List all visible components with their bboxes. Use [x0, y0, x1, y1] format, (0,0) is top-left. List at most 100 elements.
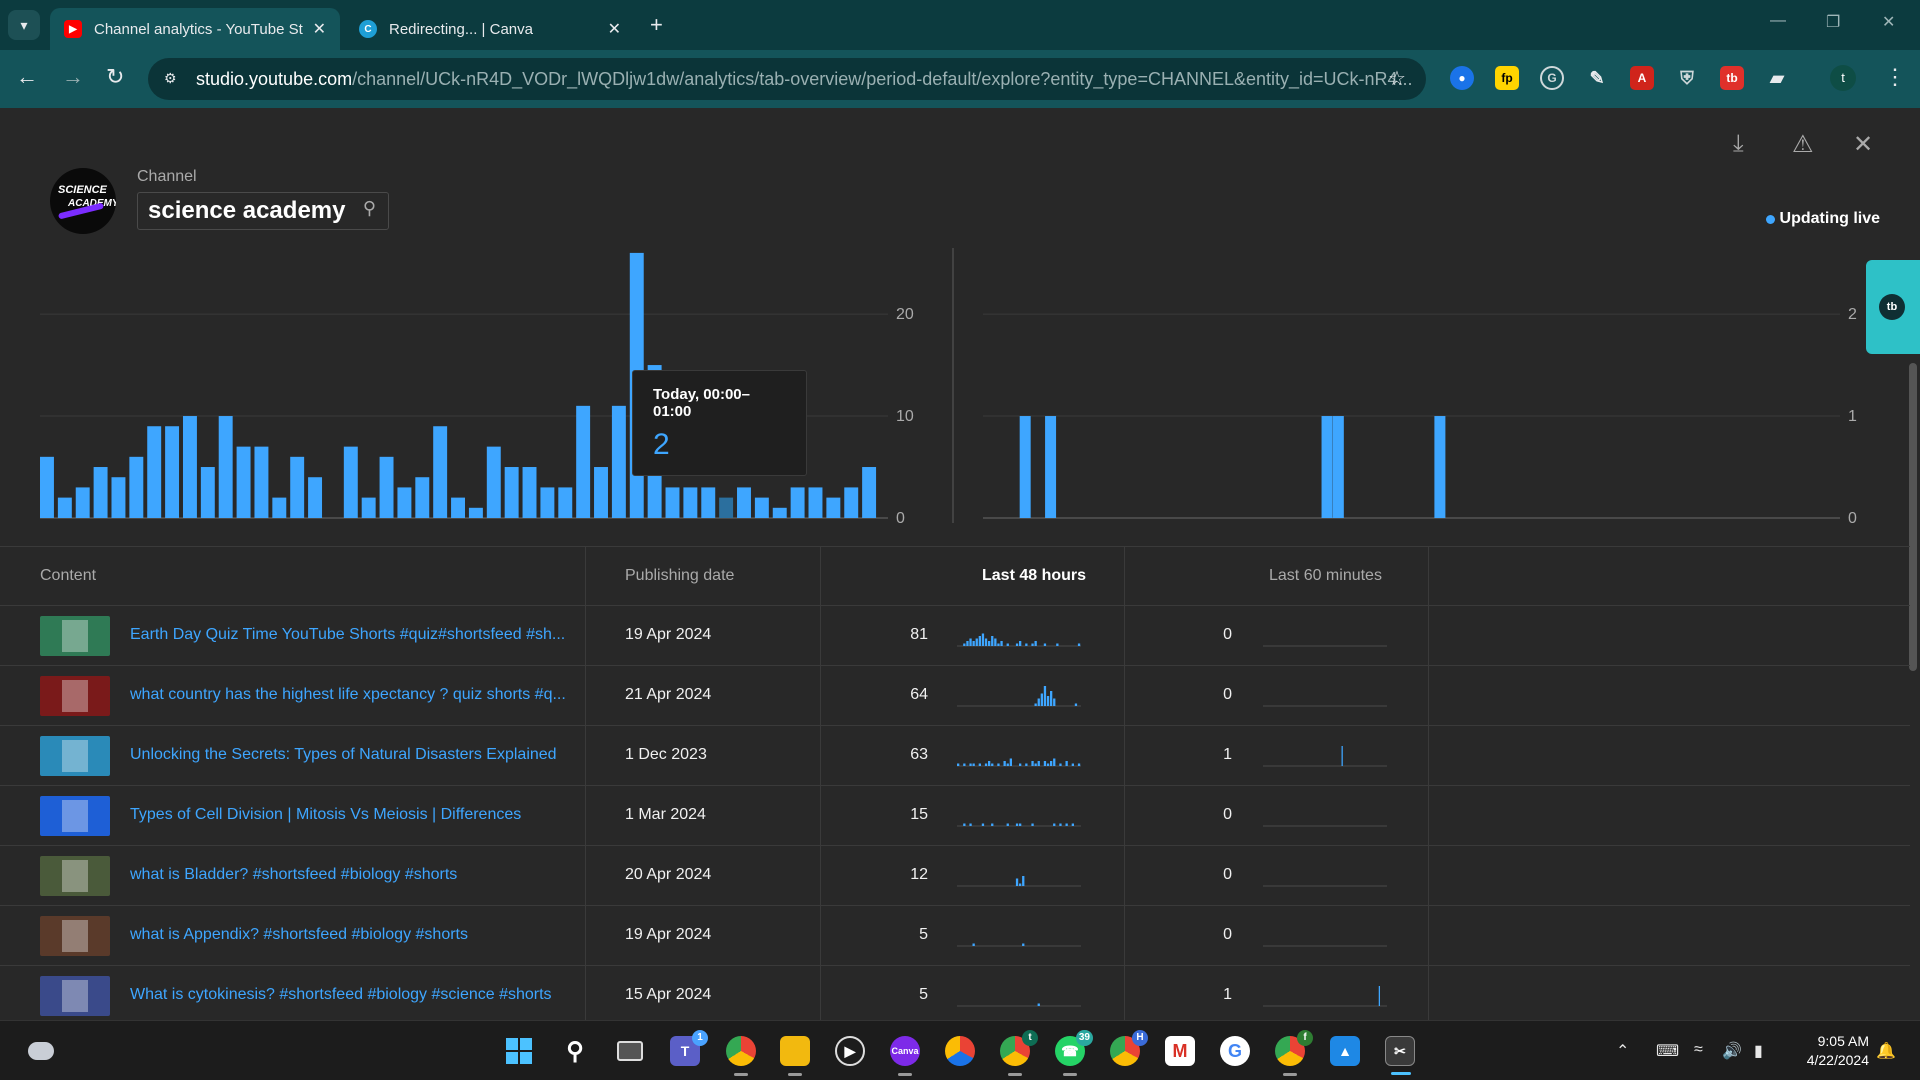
windows-start-icon[interactable]	[504, 1036, 534, 1066]
chrome-profile-icon[interactable]: f	[1275, 1030, 1313, 1076]
chrome-icon[interactable]	[726, 1036, 756, 1076]
battery-icon[interactable]: ▮	[1754, 1041, 1763, 1061]
video-thumbnail[interactable]	[40, 916, 110, 956]
fp-icon[interactable]: fp	[1495, 66, 1519, 90]
notification-bell-icon[interactable]: 🔔	[1876, 1041, 1896, 1061]
profile-avatar[interactable]: t	[1830, 65, 1856, 91]
video-thumbnail[interactable]	[40, 976, 110, 1016]
table-row[interactable]: what country has the highest life xpecta…	[0, 666, 1910, 726]
video-thumbnail[interactable]	[40, 616, 110, 656]
chart-bar	[844, 487, 859, 518]
profile-badge: H	[1132, 1030, 1148, 1046]
channel-selector[interactable]: science academy ⚲	[137, 192, 389, 230]
site-info-icon[interactable]: ⚙	[164, 70, 182, 88]
y-tick-label: 1	[1848, 408, 1857, 425]
minimize-icon[interactable]: —	[1770, 12, 1786, 30]
task-view-icon[interactable]	[615, 1036, 645, 1066]
video-thumbnail[interactable]	[40, 796, 110, 836]
tab-canva[interactable]: C Redirecting... | Canva ✕	[345, 8, 635, 50]
header-publishing-date[interactable]: Publishing date	[625, 567, 734, 585]
tab-search-button[interactable]: ▾	[8, 10, 40, 40]
header-content[interactable]: Content	[40, 567, 96, 585]
shield-icon[interactable]: ⛨	[1675, 66, 1699, 90]
table-row[interactable]: Unlocking the Secrets: Types of Natural …	[0, 726, 1910, 786]
tb-icon[interactable]: tb	[1720, 66, 1744, 90]
restore-icon[interactable]: ❐	[1826, 12, 1840, 32]
sparkline-bar	[1071, 763, 1074, 766]
close-tab-icon[interactable]: ✕	[313, 19, 326, 39]
publishing-date: 1 Dec 2023	[625, 746, 707, 763]
chart-bar	[147, 426, 162, 518]
gmail-icon[interactable]: M	[1165, 1036, 1195, 1066]
file-explorer-icon[interactable]	[780, 1036, 810, 1076]
pdf-icon[interactable]: A	[1630, 66, 1654, 90]
tab-youtube-studio[interactable]: ▶ Channel analytics - YouTube St ✕	[50, 8, 340, 50]
sparkline-bar	[991, 636, 994, 646]
views-48-hours: 12	[910, 866, 928, 883]
video-title-link[interactable]: Unlocking the Secrets: Types of Natural …	[130, 746, 576, 764]
snipping-tool-icon[interactable]: ✂	[1385, 1036, 1415, 1075]
url-input[interactable]: studio.youtube.com/channel/UCk-nR4D_VODr…	[148, 58, 1426, 100]
new-tab-button[interactable]: +	[650, 12, 663, 38]
close-icon[interactable]: ✕	[1853, 130, 1873, 159]
sparkline-bar	[984, 638, 988, 646]
header-last-48-hours[interactable]: Last 48 hours	[982, 567, 1086, 585]
keyboard-icon[interactable]: ⌨	[1656, 1041, 1679, 1061]
google-icon[interactable]: G	[1220, 1036, 1250, 1066]
views-48-hours: 5	[919, 926, 928, 943]
video-title-link[interactable]: what country has the highest life xpecta…	[130, 686, 576, 704]
table-row[interactable]: Types of Cell Division | Mitosis Vs Meio…	[0, 786, 1910, 846]
app-icon[interactable]	[945, 1036, 975, 1066]
video-thumbnail[interactable]	[40, 856, 110, 896]
chart-bar	[611, 405, 626, 518]
volume-icon[interactable]: 🔊	[1722, 1041, 1742, 1061]
video-thumbnail[interactable]	[40, 736, 110, 776]
eyedropper-icon[interactable]: ✎	[1585, 66, 1609, 90]
table-row[interactable]: what is Appendix? #shortsfeed #biology #…	[0, 906, 1910, 966]
chrome-profile-icon[interactable]: H	[1110, 1030, 1148, 1066]
video-thumbnail[interactable]	[40, 676, 110, 716]
analytics-page: ⤓ ⚠ ✕ SCIENCE ACADEMY Channel science ac…	[0, 108, 1920, 1020]
photos-icon[interactable]: ▲	[1330, 1036, 1360, 1066]
puzzle-icon[interactable]: ▰	[1765, 66, 1789, 90]
wifi-icon[interactable]: ≈	[1694, 1041, 1703, 1059]
search-icon[interactable]: ⚲	[363, 198, 376, 219]
side-extension-widget[interactable]: tb	[1866, 260, 1920, 354]
table-row[interactable]: What is cytokinesis? #shortsfeed #biolog…	[0, 966, 1910, 1020]
system-clock[interactable]: 9:05 AM 4/22/2024	[1797, 1032, 1869, 1070]
views-48-hours: 63	[910, 746, 928, 763]
bookmark-star-icon[interactable]: ☆	[1388, 66, 1406, 91]
video-title-link[interactable]: What is cytokinesis? #shortsfeed #biolog…	[130, 986, 576, 1004]
clock-time: 9:05 AM	[1817, 1033, 1869, 1049]
browser-menu-icon[interactable]: ⋮	[1884, 64, 1906, 90]
grammarly-icon[interactable]: G	[1540, 66, 1564, 90]
header-last-60-minutes[interactable]: Last 60 minutes	[1269, 567, 1382, 585]
table-row[interactable]: what is Bladder? #shortsfeed #biology #s…	[0, 846, 1910, 906]
video-title-link[interactable]: what is Appendix? #shortsfeed #biology #…	[130, 926, 576, 944]
sparkline-bar	[1074, 703, 1078, 706]
video-title-link[interactable]: Earth Day Quiz Time YouTube Shorts #quiz…	[130, 626, 576, 644]
close-window-icon[interactable]: ✕	[1882, 12, 1895, 32]
chrome-profile-icon[interactable]: t	[1000, 1030, 1038, 1076]
scrollbar-thumb[interactable]	[1909, 363, 1917, 671]
teams-icon[interactable]: T1	[670, 1030, 708, 1066]
close-tab-icon[interactable]: ✕	[608, 19, 621, 39]
video-title-link[interactable]: Types of Cell Division | Mitosis Vs Meio…	[130, 806, 576, 824]
chevron-up-icon[interactable]: ⌃	[1616, 1041, 1629, 1061]
canva-icon[interactable]: Canva	[890, 1036, 920, 1076]
feedback-icon[interactable]: ⚠	[1792, 130, 1814, 159]
reload-icon[interactable]: ↻	[106, 64, 124, 90]
forward-icon[interactable]: →	[62, 64, 84, 90]
whatsapp-icon[interactable]: ☎ 39	[1055, 1030, 1093, 1076]
media-player-icon[interactable]: ▶	[835, 1036, 865, 1066]
download-icon[interactable]: ⤓	[1733, 130, 1744, 158]
video-title-link[interactable]: what is Bladder? #shortsfeed #biology #s…	[130, 866, 576, 884]
meet-icon[interactable]: ●	[1450, 66, 1474, 90]
chart-bar	[451, 497, 465, 518]
chart-bar	[594, 467, 608, 518]
back-icon[interactable]: ←	[16, 64, 38, 90]
search-icon[interactable]: ⚲	[560, 1036, 590, 1066]
chart-bar	[790, 487, 805, 518]
cloud-icon[interactable]	[26, 1036, 56, 1066]
table-row[interactable]: Earth Day Quiz Time YouTube Shorts #quiz…	[0, 606, 1910, 666]
